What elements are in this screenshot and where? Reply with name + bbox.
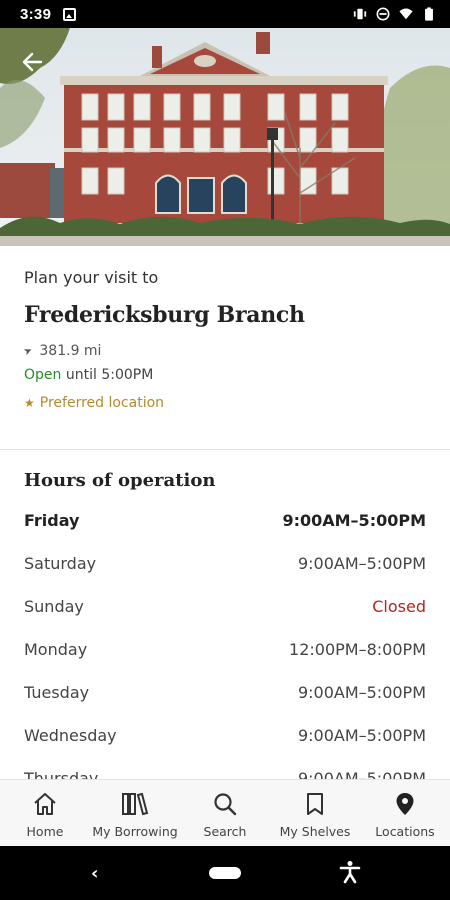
location-summary: Plan your visit to Fredericksburg Branch… [0,246,450,450]
hours-row-monday: Monday 12:00PM–8:00PM [24,628,426,671]
open-status: Open [24,367,62,383]
nav-label: My Borrowing [92,824,178,839]
nav-item-my-borrowing[interactable]: My Borrowing [90,780,180,846]
location-pin-icon [394,790,416,818]
books-icon [121,790,149,818]
navigation-arrow-icon: ➤ [22,344,35,358]
status-time: 3:39 [20,5,52,23]
system-nav-bar: ‹ [0,846,450,900]
distance-row: ➤ 381.9 mi [22,343,426,359]
hours-time: 9:00AM–5:00PM [282,511,426,530]
branch-name: Fredericksburg Branch [24,302,305,328]
bottom-nav: Home My Borrowing Search My Shelves Loca… [0,779,450,846]
branch-photo [0,28,450,246]
preferred-location-row[interactable]: ★ Preferred location [24,395,426,411]
nav-item-home[interactable]: Home [0,780,90,846]
hours-time: 9:00AM–5:00PM [297,554,426,573]
hours-row-sunday: Sunday Closed [24,585,426,628]
bookmark-icon [304,790,326,818]
hours-day: Monday [24,640,88,659]
accessibility-icon[interactable] [339,860,361,884]
hours-row-friday: Friday 9:00AM–5:00PM [24,499,426,542]
hours-time: 9:00AM–5:00PM [297,683,426,702]
system-back-icon[interactable]: ‹ [91,863,98,884]
open-status-row: Open until 5:00PM [24,367,426,383]
hours-row-tuesday: Tuesday 9:00AM–5:00PM [24,671,426,714]
nav-label: My Shelves [279,824,351,839]
preferred-location-label: Preferred location [39,395,165,411]
nav-item-my-shelves[interactable]: My Shelves [270,780,360,846]
hours-time: 12:00PM–8:00PM [289,640,426,659]
hours-day: Friday [24,511,80,530]
wifi-icon [399,8,413,20]
hours-day: Saturday [24,554,97,573]
home-icon [32,790,58,818]
nav-item-search[interactable]: Search [180,780,270,846]
photo-icon [63,7,77,21]
distance-value: 381.9 mi [39,343,102,359]
do-not-disturb-icon [376,7,390,21]
plan-visit-label: Plan your visit to [24,268,159,287]
hours-row-thursday: Thursday 9:00AM–5:00PM [24,757,426,779]
hours-day: Tuesday [24,683,90,702]
back-button[interactable] [16,46,48,78]
hours-list: Friday 9:00AM–5:00PM Saturday 9:00AM–5:0… [24,499,426,779]
arrow-left-icon [22,52,43,72]
status-icons [353,7,436,21]
open-until: until 5:00PM [65,367,154,383]
status-bar: 3:39 [0,0,450,28]
hours-time: Closed [372,597,426,616]
nav-label: Search [203,824,247,839]
search-icon [212,790,238,818]
hours-time: 9:00AM–5:00PM [297,726,426,745]
star-icon: ★ [24,396,35,410]
nav-label: Locations [375,824,435,839]
nav-item-locations[interactable]: Locations [360,780,450,846]
hours-row-wednesday: Wednesday 9:00AM–5:00PM [24,714,426,757]
hours-day: Wednesday [24,726,117,745]
battery-icon [425,7,433,21]
hours-row-saturday: Saturday 9:00AM–5:00PM [24,542,426,585]
hours-day: Thursday [24,769,99,779]
system-home-pill[interactable] [209,867,241,879]
hours-time: 9:00AM–5:00PM [297,769,426,779]
hours-day: Sunday [24,597,84,616]
hours-section: Hours of operation Friday 9:00AM–5:00PM … [0,451,450,779]
nav-label: Home [26,824,64,839]
hours-title: Hours of operation [24,470,216,491]
vibrate-icon [353,8,367,20]
